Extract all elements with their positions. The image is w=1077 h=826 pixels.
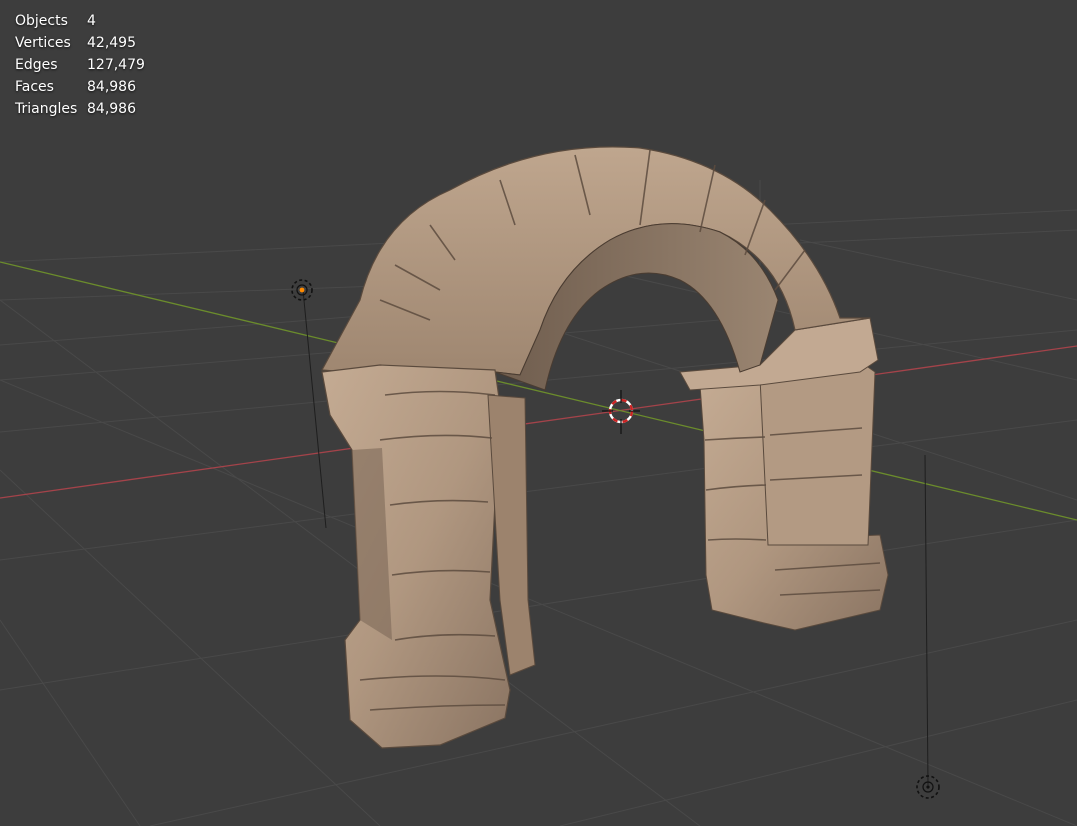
3d-viewport[interactable]: Objects 4 Vertices 42,495 Edges 127,479 … <box>0 0 1077 826</box>
light-stalk-left <box>302 289 327 529</box>
stat-row-faces: Faces 84,986 <box>15 76 145 98</box>
stat-row-triangles: Triangles 84,986 <box>15 98 145 120</box>
stat-label: Edges <box>15 57 58 73</box>
stat-value: 4 <box>87 13 96 29</box>
stone-archway[interactable] <box>321 146 889 749</box>
point-light-icon[interactable] <box>291 279 313 301</box>
stat-label: Triangles <box>15 101 78 117</box>
light-stalk-right <box>924 454 929 786</box>
stat-label: Vertices <box>15 35 71 51</box>
stat-value: 84,986 <box>87 101 136 117</box>
stat-value: 127,479 <box>87 57 145 73</box>
stat-value: 84,986 <box>87 79 136 95</box>
stat-label: Objects <box>15 13 68 29</box>
stat-row-objects: Objects 4 <box>15 10 145 32</box>
scene-canvas[interactable] <box>0 0 1077 826</box>
stat-row-vertices: Vertices 42,495 <box>15 32 145 54</box>
stat-value: 42,495 <box>87 35 136 51</box>
stat-row-edges: Edges 127,479 <box>15 54 145 76</box>
scene-statistics-overlay: Objects 4 Vertices 42,495 Edges 127,479 … <box>15 10 145 120</box>
stat-label: Faces <box>15 79 54 95</box>
